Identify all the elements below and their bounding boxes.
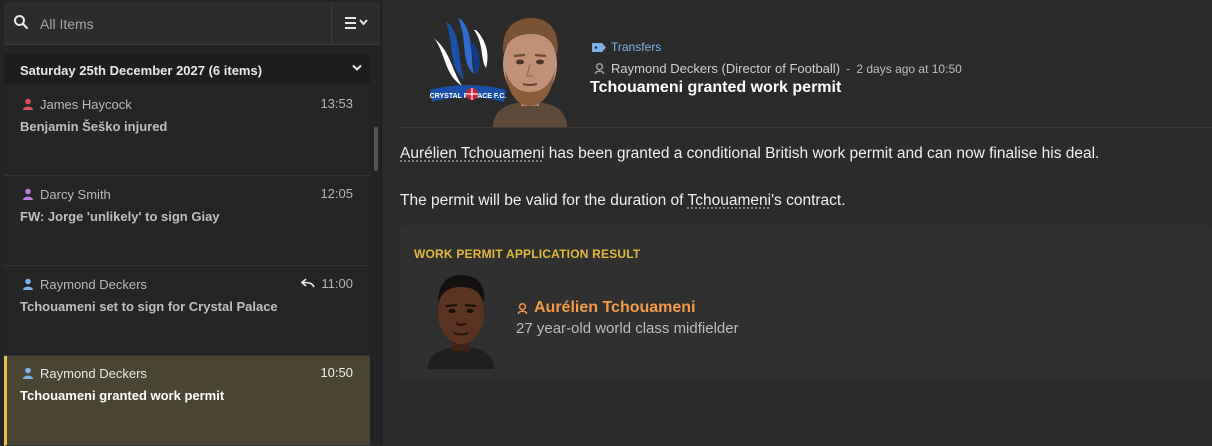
sender-name: Darcy Smith (40, 187, 111, 202)
list-scrollbar[interactable] (374, 127, 378, 171)
player-portrait[interactable] (426, 271, 496, 369)
list-item[interactable]: James Haycock 13:53 Benjamin Šeško injur… (4, 87, 370, 176)
paragraph-text: has been granted a conditional British w… (544, 145, 1100, 162)
filter-menu-button[interactable] (331, 2, 381, 44)
item-subject: FW: Jorge 'unlikely' to sign Giay (20, 209, 220, 224)
sender-name: Raymond Deckers (40, 277, 147, 292)
date-group-label: Saturday 25th December 2027 (6 items) (20, 63, 263, 78)
search-input[interactable] (38, 13, 322, 35)
person-icon (594, 63, 605, 74)
manager-portrait (493, 18, 567, 128)
person-icon (23, 188, 33, 200)
inbox-panel: Saturday 25th December 2027 (6 items) Ja… (0, 0, 382, 446)
player-name-link[interactable]: Aurélien Tchouameni (534, 299, 696, 317)
list-item-selected[interactable]: Raymond Deckers 10:50 Tchouameni granted… (4, 356, 370, 446)
category-label: Transfers (611, 40, 662, 54)
message-category[interactable]: Transfers (592, 40, 661, 54)
player-link[interactable]: Aurélien Tchouameni (400, 145, 544, 162)
search-icon (14, 15, 29, 30)
sender-name[interactable]: Raymond Deckers (Director of Football) (611, 61, 840, 76)
person-icon (517, 302, 528, 314)
person-icon (23, 98, 33, 110)
card-title: WORK PERMIT APPLICATION RESULT (414, 247, 641, 261)
item-time: 10:50 (320, 365, 353, 380)
divider (400, 127, 1212, 128)
separator: - (846, 61, 851, 76)
chevron-down-icon[interactable] (352, 64, 362, 72)
date-group-header[interactable]: Saturday 25th December 2027 (6 items) (4, 54, 370, 84)
sender-name: James Haycock (40, 97, 132, 112)
filter-menu-icon (344, 17, 368, 29)
message-timestamp: 2 days ago at 10:50 (856, 61, 962, 76)
work-permit-result-card: WORK PERMIT APPLICATION RESULT Aurélien … (400, 225, 1212, 381)
item-subject: Tchouameni set to sign for Crystal Palac… (20, 299, 278, 314)
item-time: 11:00 (321, 276, 353, 291)
search-bar (4, 2, 380, 45)
message-paragraph: Aurélien Tchouameni has been granted a c… (400, 145, 1099, 163)
message-title: Tchouameni granted work permit (590, 79, 842, 96)
paragraph-text: 's contract. (771, 192, 846, 209)
message-paragraph: The permit will be valid for the duratio… (400, 192, 846, 210)
list-item[interactable]: Darcy Smith 12:05 FW: Jorge 'unlikely' t… (4, 177, 370, 266)
sender-name: Raymond Deckers (40, 366, 147, 381)
player-description: 27 year-old world class midfielder (516, 320, 739, 337)
list-item[interactable]: Raymond Deckers 11:00 Tchouameni set to … (4, 267, 370, 356)
item-time: 12:05 (320, 186, 353, 201)
item-subject: Tchouameni granted work permit (20, 388, 225, 403)
reply-icon (301, 278, 315, 288)
message-panel: CRYSTAL PALACE F.C. Transfers Raymond De… (382, 0, 1212, 445)
item-subject: Benjamin Šeško injured (20, 119, 168, 134)
tag-icon (592, 42, 606, 52)
item-time: 13:53 (320, 96, 353, 111)
player-name-row: Aurélien Tchouameni (517, 299, 696, 317)
person-icon (23, 367, 33, 379)
paragraph-text: The permit will be valid for the duratio… (400, 192, 688, 209)
player-link[interactable]: Tchouameni (687, 192, 771, 209)
message-from-row: Raymond Deckers (Director of Football) -… (594, 61, 962, 76)
person-icon (23, 278, 33, 290)
